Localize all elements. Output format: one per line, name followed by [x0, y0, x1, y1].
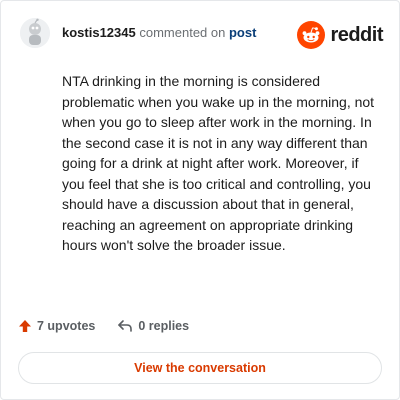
comment-body: NTA drinking in the morning is considere…	[62, 73, 375, 253]
comment-header: kostis12345 commented on post	[62, 25, 256, 40]
replies-stat[interactable]: 0 replies	[117, 319, 189, 333]
replies-count: 0 replies	[138, 319, 190, 333]
reply-arrow-icon	[118, 320, 133, 332]
view-conversation-button[interactable]: View the conversation	[18, 352, 382, 384]
upvotes-stat[interactable]: 7 upvotes	[18, 319, 95, 333]
upvotes-count: 7 upvotes	[37, 319, 96, 333]
upvote-arrow-icon	[19, 320, 31, 332]
user-avatar[interactable]	[20, 18, 50, 48]
snoo-avatar-icon	[20, 18, 50, 48]
post-link[interactable]: post	[229, 25, 256, 40]
username[interactable]: kostis12345	[62, 25, 136, 40]
reddit-logo-icon	[297, 21, 326, 49]
comment-stats: 7 upvotes 0 replies	[18, 319, 189, 333]
action-text: commented on	[139, 25, 226, 40]
comment-card: kostis12345 commented on post reddit NTA…	[0, 0, 400, 400]
reddit-brand[interactable]: reddit	[297, 21, 383, 49]
brand-name: reddit	[330, 24, 383, 46]
